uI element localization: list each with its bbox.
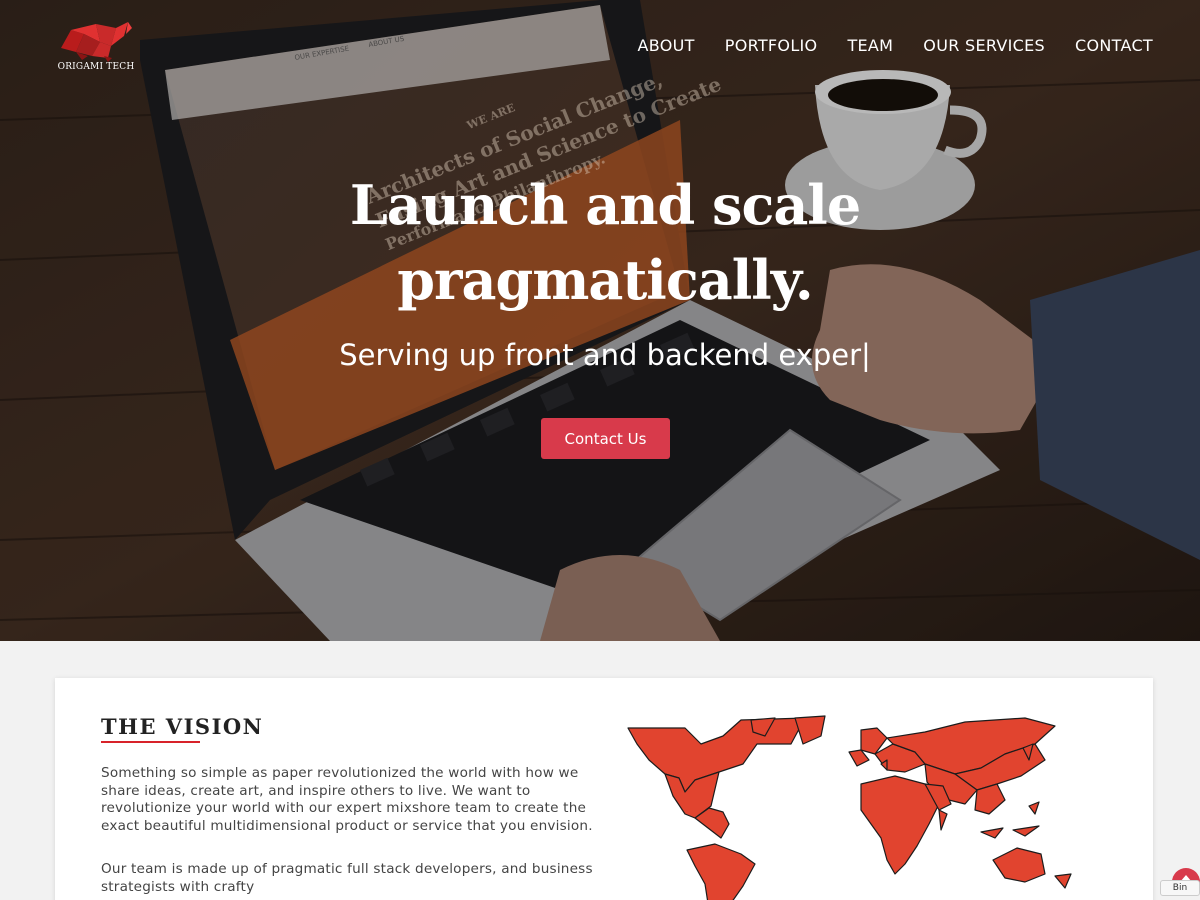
nav-team[interactable]: TEAM	[847, 36, 893, 55]
nav-portfolio[interactable]: PORTFOLIO	[725, 36, 818, 55]
hero-headline: Launch and scale pragmatically.	[300, 168, 910, 318]
main-nav: ABOUT PORTFOLIO TEAM OUR SERVICES CONTAC…	[638, 36, 1153, 55]
hero-section: WE ARE Architects of Social Change, Fusi…	[0, 0, 1200, 641]
laptop-screen-nav1: OUR EXPERTISE	[294, 45, 350, 62]
vision-card: THE VISION Something so simple as paper …	[55, 678, 1153, 900]
hero-subline: Serving up front and backend exper|	[339, 338, 871, 372]
origami-world-map-image	[627, 715, 1072, 900]
nav-our-services[interactable]: OUR SERVICES	[923, 36, 1045, 55]
vision-title-underline	[101, 741, 200, 743]
hero-headline-line1: Launch and scale	[349, 173, 861, 237]
contact-us-button[interactable]: Contact Us	[541, 418, 670, 459]
nav-contact[interactable]: CONTACT	[1075, 36, 1153, 55]
logo-text: ORIGAMI TECH	[57, 62, 135, 72]
laptop-screen-text: WE ARE Architects of Social Change, Fusi…	[294, 35, 725, 254]
hero-headline-line2: pragmatically.	[397, 248, 813, 312]
origami-tech-logo[interactable]: ORIGAMI TECH	[56, 18, 136, 78]
nav-about[interactable]: ABOUT	[638, 36, 695, 55]
laptop-screen-nav2: ABOUT US	[368, 35, 406, 49]
vision-paragraph-1: Something so simple as paper revolutioni…	[101, 765, 593, 834]
vision-title: THE VISION	[101, 714, 264, 739]
bin-widget-label[interactable]: Bin	[1160, 880, 1200, 896]
vision-paragraph-2: Our team is made up of pragmatic full st…	[101, 861, 593, 895]
origami-bull-icon	[61, 22, 132, 62]
